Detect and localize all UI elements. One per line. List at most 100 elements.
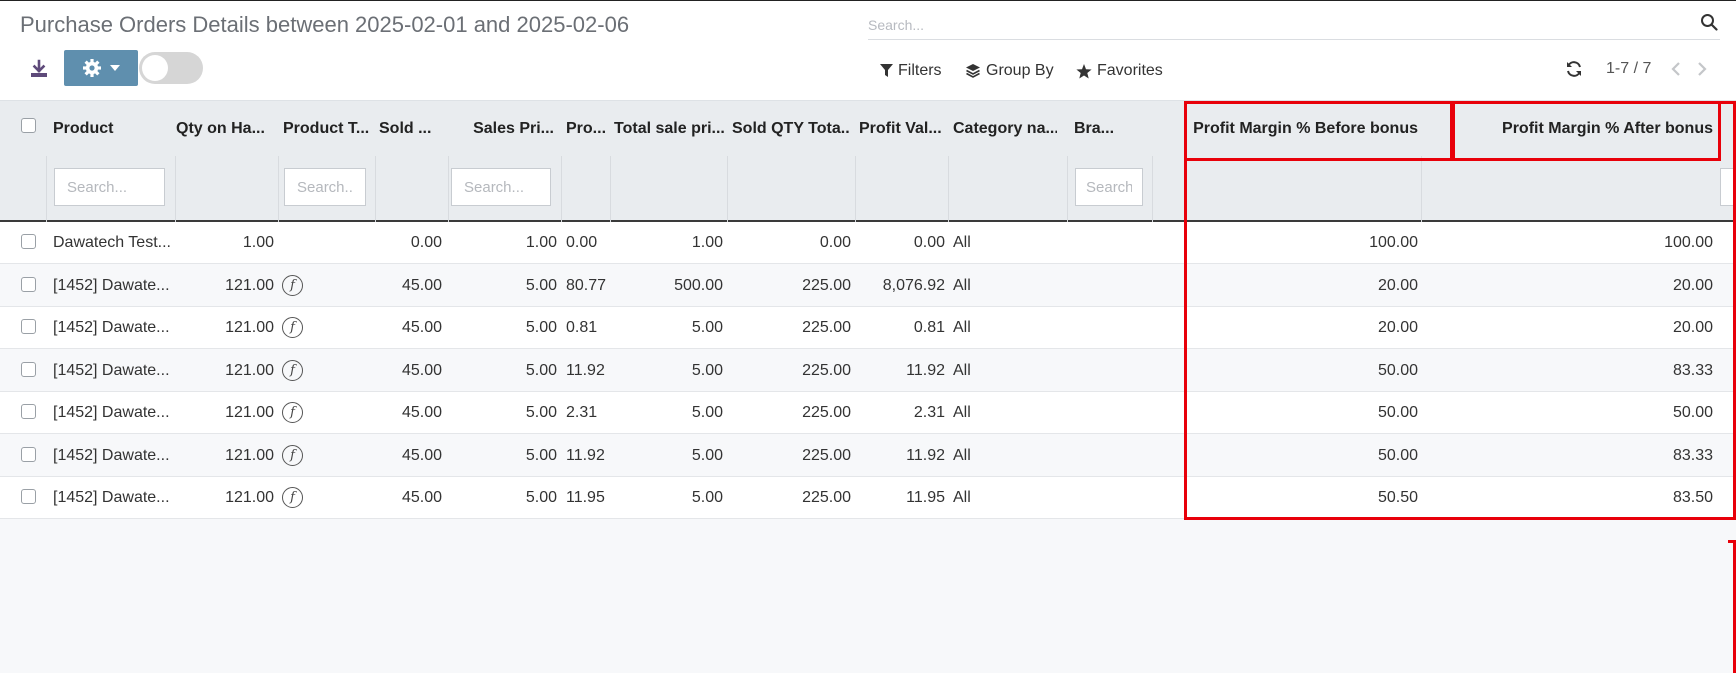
- column-header-category-name[interactable]: Category na...: [953, 101, 1057, 157]
- column-header-profit[interactable]: Pro...: [566, 101, 610, 157]
- column-header-sales-price[interactable]: Sales Pri...: [450, 101, 554, 157]
- cell-profit-margin-after: 83.33: [1672, 361, 1713, 379]
- cell-sold: 45.00: [401, 446, 442, 464]
- refresh-icon[interactable]: [1565, 60, 1583, 78]
- table-row[interactable]: [1452] Dawate... 121.00 45.00 5.00 11.95 5.00…: [0, 477, 1736, 519]
- row-checkbox[interactable]: [21, 234, 36, 249]
- cell-qty-on-hand: 121.00: [225, 446, 274, 464]
- control-panel: Purchase Orders Details between 2025-02-…: [0, 0, 1736, 100]
- product-type-filter-input[interactable]: [284, 168, 366, 206]
- favorites-button[interactable]: Favorites: [1076, 58, 1163, 84]
- table-row[interactable]: [1452] Dawate... 121.00 45.00 5.00 0.81 5.00 2…: [0, 307, 1736, 349]
- cell-qty-on-hand: 121.00: [225, 404, 274, 421]
- page-title: Purchase Orders Details between 2025-02-…: [20, 12, 630, 37]
- column-divider: [561, 156, 562, 222]
- cell-profit-margin-before: 20.00: [1377, 276, 1418, 294]
- f-circle-icon: f: [282, 317, 303, 338]
- column-header-total-sale-price[interactable]: Total sale pri...: [614, 101, 726, 157]
- column-header-profit-margin-after[interactable]: Profit Margin % After bonus: [1450, 101, 1713, 157]
- column-divider: [1421, 156, 1422, 222]
- filters-button[interactable]: Filters: [880, 58, 942, 84]
- cell-total-sale-price: 5.00: [691, 489, 723, 506]
- column-header-brand[interactable]: Bra...: [1074, 101, 1120, 157]
- row-checkbox[interactable]: [21, 276, 36, 292]
- column-header-product-type[interactable]: Product T...: [283, 101, 373, 157]
- brand-filter-input[interactable]: [1075, 168, 1143, 206]
- cell-sold: 45.00: [401, 361, 442, 379]
- column-divider: [1067, 156, 1068, 222]
- table-row[interactable]: [1452] Dawate... 121.00 45.00 5.00 2.31 5.00 2…: [0, 392, 1736, 434]
- search-icon[interactable]: [1700, 13, 1718, 31]
- cell-product: [1452] Dawate...: [53, 361, 170, 379]
- cell-sold-qty-total: 225.00: [802, 276, 851, 294]
- cell-category-name: All: [953, 234, 971, 251]
- row-checkbox[interactable]: [21, 446, 36, 462]
- chevron-right-icon[interactable]: [1694, 60, 1710, 78]
- row-checkbox[interactable]: [21, 404, 36, 419]
- search-bar: [868, 8, 1720, 40]
- product-filter-input[interactable]: [54, 168, 165, 206]
- table-row[interactable]: Dawatech Test... 1.00 0.00 1.00 0.00 1.00 0.00…: [0, 222, 1736, 264]
- column-header-qty-on-hand[interactable]: Qty on Ha...: [176, 101, 272, 157]
- cell-profit-margin-after: 50.00: [1672, 404, 1713, 421]
- cell-profit-margin-after: 100.00: [1664, 234, 1713, 251]
- pager-value[interactable]: 1-7 / 7: [1606, 60, 1651, 78]
- column-header-sold-qty-total[interactable]: Sold QTY Tota...: [732, 101, 850, 157]
- cell-sales-price: 1.00: [525, 234, 557, 251]
- column-header-sold[interactable]: Sold ...: [379, 101, 451, 157]
- table-row[interactable]: [1452] Dawate... 121.00 45.00 5.00 11.92 5.00…: [0, 434, 1736, 477]
- cell-category-name: All: [953, 489, 971, 506]
- table-row[interactable]: [1452] Dawate... 121.00 45.00 5.00 11.92 5.00…: [0, 349, 1736, 392]
- column-header-product[interactable]: Product: [53, 101, 171, 157]
- cell-profit: 2.31: [566, 404, 598, 421]
- group-by-button[interactable]: Group By: [965, 58, 1054, 84]
- toggle-switch[interactable]: [139, 52, 203, 84]
- cell-brand: [1074, 435, 1144, 477]
- highlight-box-edge: [1728, 540, 1736, 673]
- column-divider: [175, 156, 176, 222]
- cell-sales-price: 5.00: [525, 489, 557, 506]
- cell-product: Dawatech Test...: [53, 234, 171, 251]
- column-header-profit-value[interactable]: Profit Val...: [859, 101, 945, 157]
- chevron-left-icon[interactable]: [1668, 60, 1684, 78]
- sales-price-filter-input[interactable]: [451, 168, 551, 206]
- cell-category-name: All: [953, 361, 971, 379]
- cell-brand: [1074, 307, 1144, 349]
- actions-gear-button[interactable]: [64, 50, 138, 86]
- cell-sold: 45.00: [401, 489, 442, 506]
- cell-profit: 11.95: [566, 489, 605, 506]
- f-circle-icon: f: [282, 359, 303, 381]
- cell-total-sale-price: 5.00: [691, 361, 723, 379]
- table-row[interactable]: [1452] Dawate... 121.00 45.00 5.00 80.77 500.…: [0, 264, 1736, 307]
- cell-product: [1452] Dawate...: [53, 319, 170, 336]
- column-divider: [855, 156, 856, 222]
- column-header-profit-margin-before[interactable]: Profit Margin % Before bonus: [1190, 101, 1418, 157]
- cell-qty-on-hand: 121.00: [225, 276, 274, 294]
- cell-sold-qty-total: 225.00: [802, 361, 851, 379]
- cell-profit-margin-after: 83.33: [1672, 446, 1713, 464]
- column-filter-input-partial[interactable]: [1720, 168, 1736, 206]
- select-all-checkbox[interactable]: [21, 118, 36, 133]
- cell-profit-value: 0.81: [913, 319, 945, 336]
- cell-profit: 0.81: [566, 319, 598, 336]
- download-button[interactable]: [28, 58, 50, 80]
- column-divider: [610, 156, 611, 222]
- cell-profit: 80.77: [566, 276, 607, 294]
- column-divider: [1152, 156, 1153, 222]
- cell-profit-margin-before: 50.00: [1377, 361, 1418, 379]
- cell-profit: 0.00: [566, 234, 598, 251]
- row-checkbox[interactable]: [21, 319, 36, 334]
- cell-sold: 45.00: [401, 319, 442, 336]
- row-checkbox[interactable]: [21, 361, 36, 377]
- column-filter-row: [0, 156, 1736, 222]
- row-checkbox[interactable]: [21, 489, 36, 504]
- search-input[interactable]: [868, 14, 1668, 36]
- cell-category-name: All: [953, 319, 971, 336]
- group-by-label: Group By: [986, 62, 1054, 79]
- column-divider: [278, 156, 279, 222]
- toggle-knob: [142, 55, 168, 81]
- cell-product: [1452] Dawate...: [53, 404, 170, 421]
- column-divider: [727, 156, 728, 222]
- cell-sold: 45.00: [401, 276, 442, 294]
- column-divider: [948, 156, 949, 222]
